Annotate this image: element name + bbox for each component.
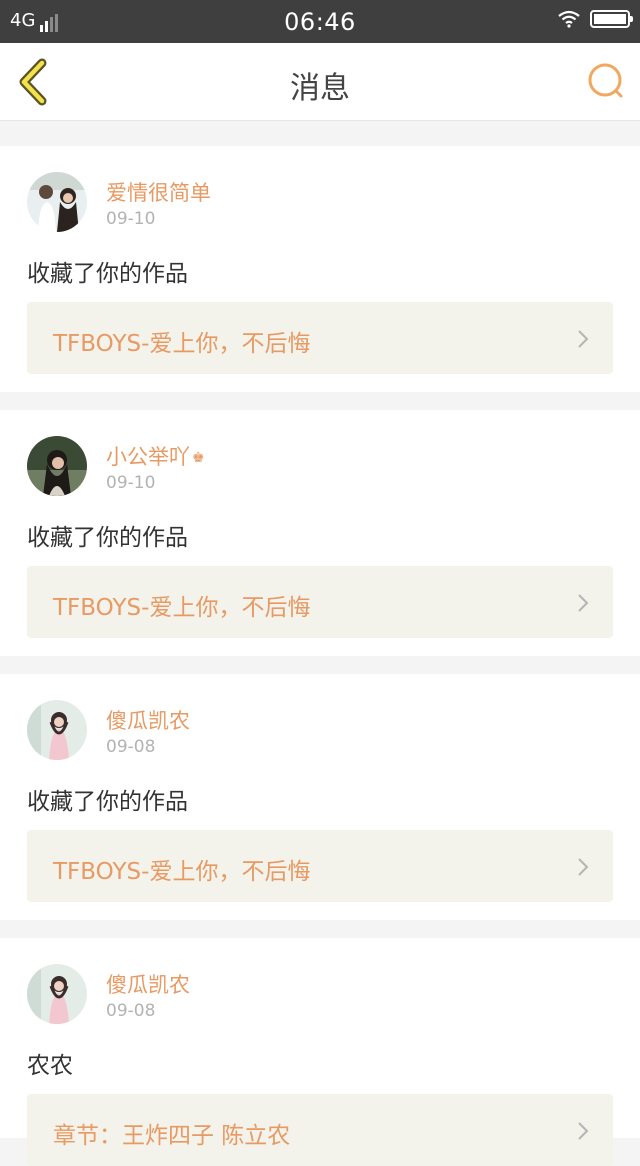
nav-bar: 消息	[0, 43, 640, 121]
status-bar: 4G 06:46	[0, 0, 640, 43]
battery-icon	[590, 10, 633, 28]
message-text: 农农	[27, 1053, 73, 1079]
message-text: 收藏了你的作品	[27, 525, 188, 551]
username[interactable]: 傻瓜凯农	[106, 705, 190, 735]
avatar[interactable]	[27, 700, 87, 760]
username[interactable]: 小公举吖 ♚	[106, 441, 205, 471]
message-card: 傻瓜凯农 09-08 农农 章节：王炸四子 陈立农	[0, 938, 640, 1166]
avatar[interactable]	[27, 172, 87, 232]
username[interactable]: 爱情很简单	[106, 177, 211, 207]
work-title: 章节：王炸四子 陈立农	[53, 1123, 291, 1149]
work-title: TFBOYS-爱上你，不后悔	[53, 595, 311, 621]
message-date: 09-08	[106, 1001, 156, 1021]
search-icon	[588, 63, 623, 98]
chevron-right-icon	[578, 330, 589, 348]
message-date: 09-08	[106, 737, 156, 757]
message-date: 09-10	[106, 473, 156, 493]
work-link[interactable]: TFBOYS-爱上你，不后悔	[27, 830, 613, 902]
wifi-icon	[558, 10, 580, 28]
message-card: 小公举吖 ♚ 09-10 收藏了你的作品 TFBOYS-爱上你，不后悔	[0, 410, 640, 656]
chevron-right-icon	[578, 1122, 589, 1140]
search-button[interactable]	[586, 61, 626, 101]
chevron-right-icon	[578, 858, 589, 876]
work-link[interactable]: TFBOYS-爱上你，不后悔	[27, 566, 613, 638]
message-text: 收藏了你的作品	[27, 261, 188, 287]
work-title: TFBOYS-爱上你，不后悔	[53, 331, 311, 357]
avatar[interactable]	[27, 964, 87, 1024]
username[interactable]: 傻瓜凯农	[106, 969, 190, 999]
message-card: 傻瓜凯农 09-08 收藏了你的作品 TFBOYS-爱上你，不后悔	[0, 674, 640, 920]
message-text: 收藏了你的作品	[27, 789, 188, 815]
work-title: TFBOYS-爱上你，不后悔	[53, 859, 311, 885]
message-card: 爱情很简单 09-10 收藏了你的作品 TFBOYS-爱上你，不后悔	[0, 146, 640, 392]
work-link[interactable]: 章节：王炸四子 陈立农	[27, 1094, 613, 1166]
chevron-right-icon	[578, 594, 589, 612]
work-link[interactable]: TFBOYS-爱上你，不后悔	[27, 302, 613, 374]
avatar[interactable]	[27, 436, 87, 496]
vip-crown-icon: ♚	[192, 450, 205, 466]
status-time: 06:46	[284, 8, 356, 36]
page-title: 消息	[290, 71, 350, 106]
message-date: 09-10	[106, 209, 156, 229]
